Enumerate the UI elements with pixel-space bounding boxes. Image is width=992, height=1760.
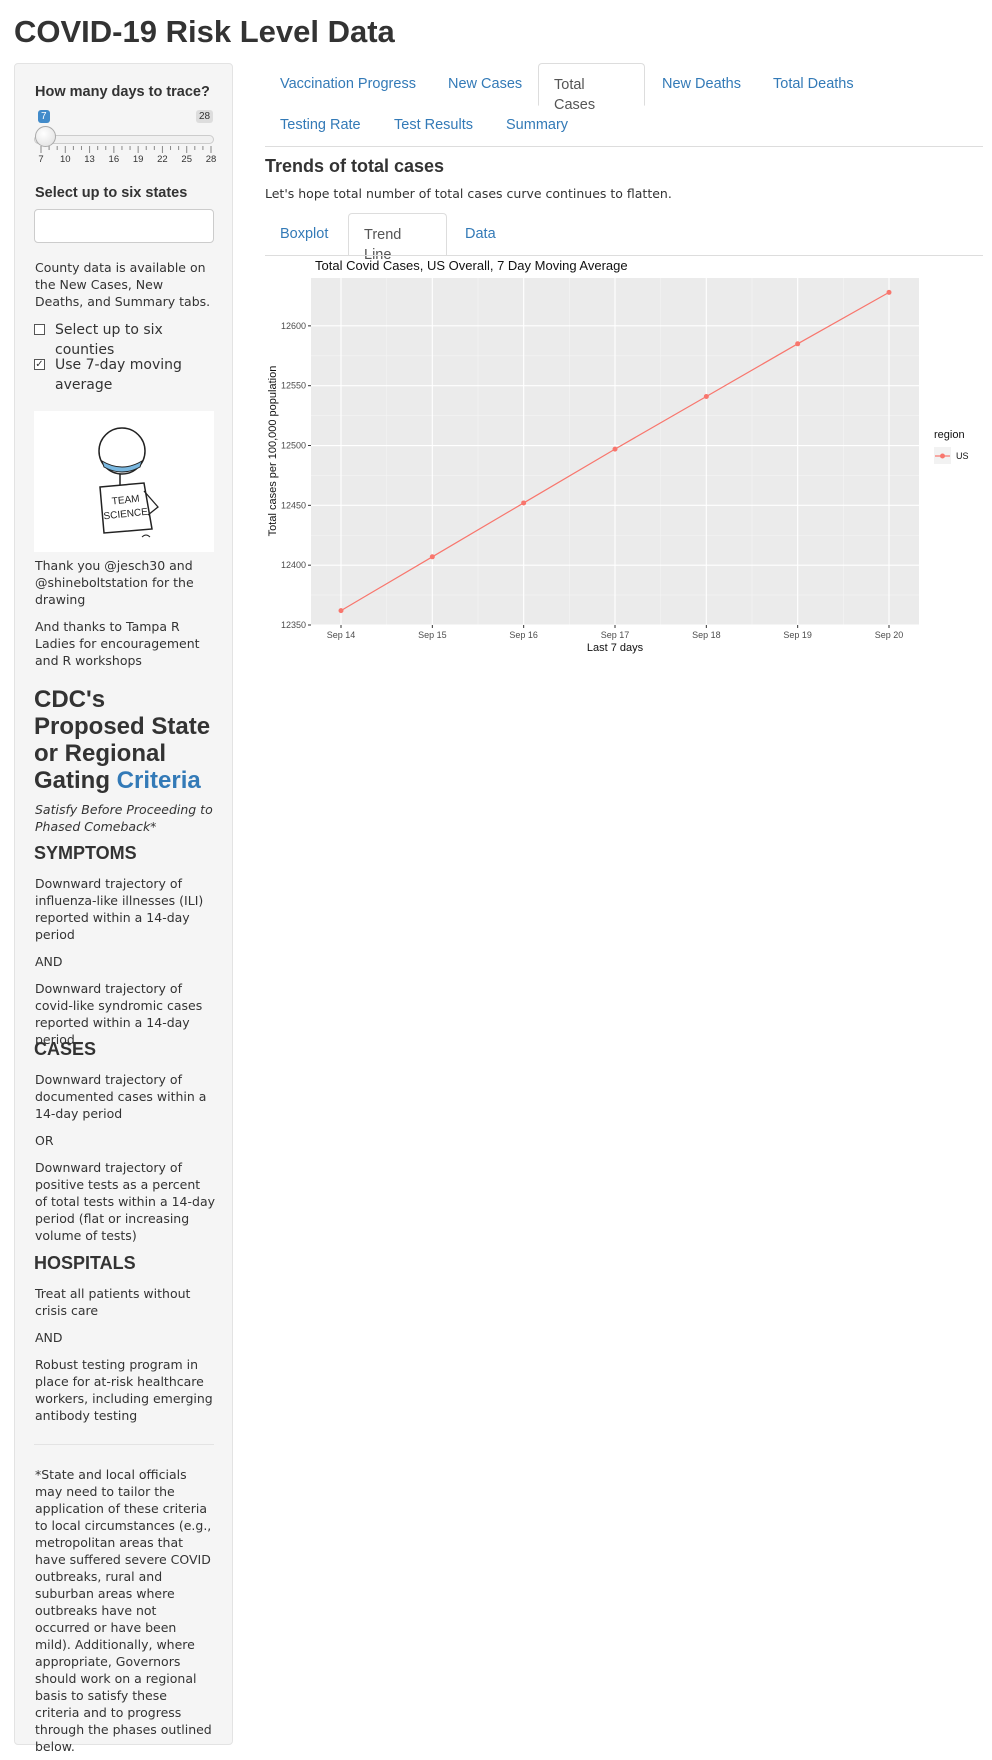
main-tabs-divider bbox=[265, 146, 983, 147]
data-point bbox=[338, 608, 344, 614]
x-tick-label: Sep 17 bbox=[601, 630, 630, 640]
tab-total-deaths[interactable]: Total Deaths bbox=[773, 74, 854, 94]
x-tick-label: Sep 15 bbox=[418, 630, 447, 640]
y-tick-label: 12600 bbox=[281, 321, 306, 331]
legend-label: US bbox=[956, 451, 969, 461]
slider-tick-label: 7 bbox=[38, 154, 44, 165]
moving-average-checkbox-label: Use 7-day moving average bbox=[55, 357, 182, 393]
thanks-workshop-text: And thanks to Tampa R Ladies for encoura… bbox=[35, 619, 200, 668]
x-axis-label: Last 7 days bbox=[587, 642, 644, 654]
subtab-data[interactable]: Data bbox=[465, 224, 496, 244]
states-select-label: Select up to six states bbox=[35, 185, 188, 201]
tab-new-cases[interactable]: New Cases bbox=[448, 74, 522, 94]
cdc-criteria-heading: CDC's Proposed State or Regional Gating … bbox=[34, 686, 219, 794]
slider-tick-label: 28 bbox=[205, 154, 217, 165]
slider-ticks bbox=[40, 146, 212, 153]
y-tick-label: 12350 bbox=[281, 620, 306, 630]
team-science-drawing: TEAM SCIENCE bbox=[34, 411, 214, 552]
page-title: COVID-19 Risk Level Data bbox=[14, 14, 395, 49]
data-point bbox=[795, 341, 801, 347]
chart-legend: region US bbox=[934, 429, 969, 464]
cases-criterion-1: Downward trajectory of documented cases … bbox=[35, 1072, 207, 1121]
x-tick-label: Sep 16 bbox=[509, 630, 538, 640]
x-tick-label: Sep 19 bbox=[783, 630, 812, 640]
symptoms-criterion-1: Downward trajectory of influenza-like il… bbox=[35, 876, 204, 942]
symptoms-and: AND bbox=[35, 954, 63, 969]
states-select-input[interactable] bbox=[34, 209, 214, 243]
hospitals-heading: HOSPITALS bbox=[34, 1253, 136, 1273]
x-axis: Sep 14 Sep 15 Sep 16 Sep 17 Sep 18 Sep 19 Sep … bbox=[327, 625, 904, 640]
tab-vaccination-progress[interactable]: Vaccination Progress bbox=[280, 74, 416, 94]
criteria-link[interactable]: Criteria bbox=[117, 767, 201, 794]
sidebar-divider bbox=[34, 1444, 214, 1445]
hospitals-and: AND bbox=[35, 1330, 63, 1345]
slider-tick-label: 19 bbox=[132, 154, 144, 165]
cases-criterion-2: Downward trajectory of positive tests as… bbox=[35, 1160, 215, 1243]
slider-tick-label: 13 bbox=[84, 154, 95, 165]
slider-tick-label: 22 bbox=[157, 154, 168, 165]
y-axis-label: Total cases per 100,000 population bbox=[267, 366, 279, 537]
cdc-subtitle: Satisfy Before Proceeding to Phased Come… bbox=[35, 802, 213, 834]
legend-title: region bbox=[934, 429, 965, 441]
x-tick-label: Sep 14 bbox=[327, 630, 356, 640]
hospitals-criterion-1: Treat all patients without crisis care bbox=[35, 1286, 191, 1318]
tab-testing-rate[interactable]: Testing Rate bbox=[280, 115, 361, 135]
days-slider-label: How many days to trace? bbox=[35, 84, 210, 100]
slider-tick-label: 25 bbox=[181, 154, 192, 165]
symptoms-criterion-2: Downward trajectory of covid-like syndro… bbox=[35, 981, 203, 1047]
slider-tick-labels: 7 10 13 16 19 22 25 28 bbox=[38, 154, 216, 166]
slider-tick-label: 16 bbox=[108, 154, 120, 165]
tab-new-deaths[interactable]: New Deaths bbox=[662, 74, 741, 94]
counties-checkbox[interactable] bbox=[34, 324, 45, 335]
legend-point bbox=[940, 453, 945, 459]
hospitals-criterion-2: Robust testing program in place for at-r… bbox=[35, 1357, 213, 1423]
county-note: County data is available on the New Case… bbox=[35, 260, 211, 309]
days-slider-handle[interactable] bbox=[35, 126, 56, 147]
cases-heading: CASES bbox=[34, 1039, 97, 1059]
data-point bbox=[429, 554, 435, 560]
y-tick-label: 12400 bbox=[281, 560, 306, 570]
y-axis: 12350 12400 12450 12500 12550 12600 bbox=[281, 321, 311, 630]
counties-checkbox-label: Select up to six counties bbox=[55, 322, 163, 358]
cases-or: OR bbox=[35, 1133, 54, 1148]
x-tick-label: Sep 18 bbox=[692, 630, 721, 640]
sub-tabs-divider bbox=[265, 255, 983, 256]
y-tick-label: 12450 bbox=[281, 500, 306, 510]
tab-total-cases[interactable]: Total Cases bbox=[538, 63, 645, 113]
total-cases-trend-chart: Total Covid Cases, US Overall, 7 Day Mov… bbox=[267, 258, 969, 654]
moving-average-checkbox[interactable]: ✓ bbox=[34, 359, 45, 370]
footnote-text: *State and local officials may need to t… bbox=[35, 1467, 212, 1754]
chart-title: Total Covid Cases, US Overall, 7 Day Mov… bbox=[315, 258, 628, 273]
data-point bbox=[612, 446, 618, 452]
section-description: Let's hope total number of total cases c… bbox=[265, 186, 672, 201]
x-tick-label: Sep 20 bbox=[875, 630, 904, 640]
subtab-trend-line[interactable]: Trend Line bbox=[348, 213, 447, 263]
slider-tick-label: 10 bbox=[59, 154, 71, 165]
data-point bbox=[886, 289, 892, 295]
slider-max-badge: 28 bbox=[196, 110, 214, 123]
y-tick-label: 12550 bbox=[281, 381, 306, 391]
symptoms-heading: SYMPTOMS bbox=[34, 843, 137, 863]
y-tick-label: 12500 bbox=[281, 441, 306, 451]
subtab-boxplot[interactable]: Boxplot bbox=[280, 224, 328, 244]
data-point bbox=[521, 500, 527, 506]
tab-summary[interactable]: Summary bbox=[506, 115, 568, 135]
slider-value-badge: 7 bbox=[38, 110, 50, 123]
data-point bbox=[703, 393, 709, 399]
thanks-drawing-text: Thank you @jesch30 and @shineboltstation… bbox=[35, 558, 194, 607]
tab-test-results[interactable]: Test Results bbox=[394, 115, 473, 135]
days-slider-track[interactable] bbox=[34, 135, 214, 144]
section-title: Trends of total cases bbox=[265, 156, 445, 176]
